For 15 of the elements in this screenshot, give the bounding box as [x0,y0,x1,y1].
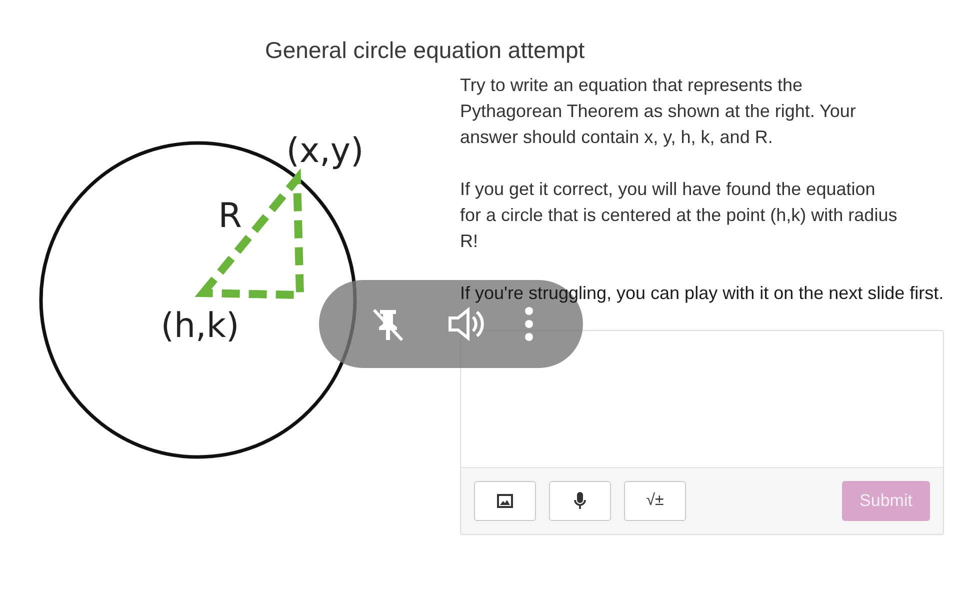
volume-icon [446,304,486,344]
mic-button[interactable] [549,481,611,521]
image-button[interactable] [474,481,536,521]
page-title: General circle equation attempt [264,36,586,65]
diagram-label: R [218,196,242,236]
volume-button[interactable] [446,304,486,344]
diagram-label: (h,k) [160,306,240,346]
image-icon [497,494,513,508]
instruction-text: Try to write an equation that represents the Pythagorean Theorem as shown at the right. Your answer should contain x, y, h, k, and R. [460,74,857,149]
diagram-label: (x,y) [286,132,364,171]
instruction-text: If you get it correct, you will have found the equation for a circle that is centered at the point (h,k) with radius R! [460,178,898,253]
math-button[interactable]: √± [624,481,686,521]
microphone-icon [574,492,586,510]
more-icon [524,306,534,342]
more-button[interactable] [524,306,534,342]
